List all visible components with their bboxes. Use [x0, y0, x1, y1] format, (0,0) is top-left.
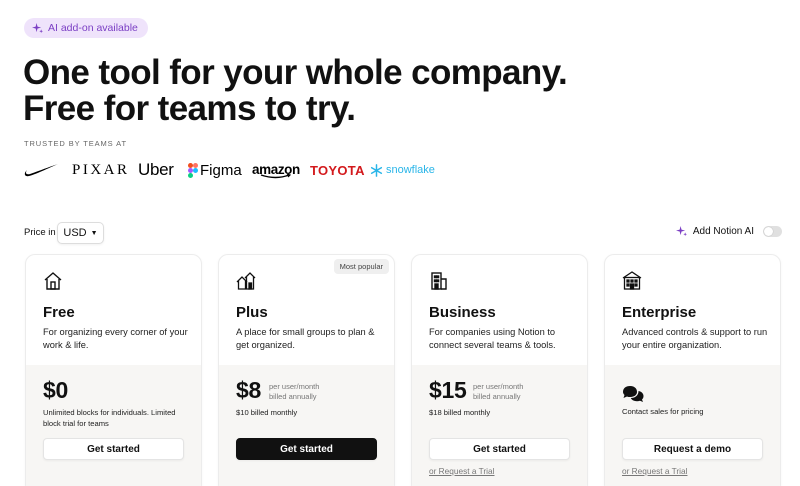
get-started-button[interactable]: Get started: [236, 438, 377, 460]
plan-billing-note: $18 billed monthly: [429, 408, 491, 417]
snowflake-logo: snowflake: [370, 157, 435, 183]
figma-wordmark: Figma: [200, 161, 242, 179]
headline-line-1: One tool for your whole company.: [23, 53, 568, 92]
price-note-line-2: billed annually: [269, 392, 317, 401]
plan-price: $0: [43, 377, 68, 403]
price-note-line-1: per user/month: [473, 382, 524, 391]
plan-name: Free: [43, 304, 75, 321]
plan-card-plus: Most popular Plus A place for small grou…: [218, 254, 395, 486]
figma-logo: Figma: [188, 157, 242, 183]
plan-billing-note: Contact sales for pricing: [622, 407, 704, 416]
plan-description: Advanced controls & support to run your …: [622, 327, 768, 350]
plan-billing-note: $10 billed monthly: [236, 408, 298, 417]
plan-name: Plus: [236, 304, 268, 321]
plan-price-note: per user/month billed annually: [269, 382, 319, 402]
price-note-line-2: billed annually: [473, 392, 521, 401]
price-in-label: Price in: [24, 227, 56, 238]
sparkle-icon: [32, 22, 43, 33]
get-started-button[interactable]: Get started: [429, 438, 570, 460]
get-started-button[interactable]: Get started: [43, 438, 184, 460]
plan-name: Business: [429, 304, 496, 321]
houses-icon: [236, 272, 256, 290]
plan-price: $15: [429, 377, 467, 403]
headline-line-2: Free for teams to try.: [23, 89, 356, 128]
ai-addon-label: AI add-on available: [48, 22, 138, 34]
plan-billing-note: Unlimited blocks for individuals. Limite…: [43, 408, 176, 428]
notion-ai-label: Add Notion AI: [692, 226, 754, 237]
plan-card-enterprise: Enterprise Advanced controls & support t…: [604, 254, 781, 486]
customer-logos: PIXAR Uber Figma amazon TOYOTA snowflake: [24, 157, 444, 183]
plan-name: Enterprise: [622, 304, 697, 321]
pixar-logo: PIXAR: [72, 161, 130, 178]
plan-card-business: Business For companies using Notion to c…: [411, 254, 588, 486]
uber-logo: Uber: [138, 160, 174, 179]
most-popular-badge: Most popular: [333, 259, 389, 274]
notion-ai-toggle[interactable]: [763, 226, 782, 237]
sparkle-icon: [675, 226, 687, 237]
plan-description: For organizing every corner of your work…: [43, 327, 188, 350]
amazon-logo: amazon: [252, 157, 300, 183]
chat-bubbles-icon: [623, 386, 644, 402]
enterprise-building-icon: [622, 271, 642, 290]
page-headline: One tool for your whole company. Free fo…: [23, 53, 568, 128]
request-trial-link[interactable]: or Request a Trial: [622, 466, 687, 476]
plan-description: A place for small groups to plan & get o…: [236, 327, 375, 350]
currency-select[interactable]: USD ▼: [57, 222, 104, 244]
notion-ai-toggle-row: Add Notion AI: [675, 226, 782, 237]
nike-logo: [24, 157, 59, 183]
price-note-line-1: per user/month: [269, 382, 320, 391]
toyota-logo: TOYOTA: [310, 162, 365, 178]
amazon-smile-icon: [260, 173, 292, 178]
plan-description: For companies using Notion to connect se…: [429, 327, 556, 350]
plan-price-note: per user/month billed annually: [473, 382, 523, 402]
chevron-down-icon: ▼: [90, 229, 98, 237]
office-building-icon: [431, 272, 447, 290]
request-demo-button[interactable]: Request a demo: [622, 438, 763, 460]
trusted-by-label: TRUSTED BY TEAMS AT: [24, 139, 127, 148]
plan-card-free: Free For organizing every corner of your…: [25, 254, 202, 486]
plan-price: $8: [236, 377, 261, 403]
snowflake-mark-icon: [370, 163, 383, 177]
figma-mark-icon: [188, 162, 198, 178]
snowflake-wordmark: snowflake: [386, 164, 435, 176]
toggle-knob: [764, 227, 773, 236]
ai-addon-badge[interactable]: AI add-on available: [24, 18, 148, 38]
currency-value: USD: [63, 227, 87, 239]
house-icon: [44, 272, 62, 290]
request-trial-link[interactable]: or Request a Trial: [429, 466, 494, 476]
